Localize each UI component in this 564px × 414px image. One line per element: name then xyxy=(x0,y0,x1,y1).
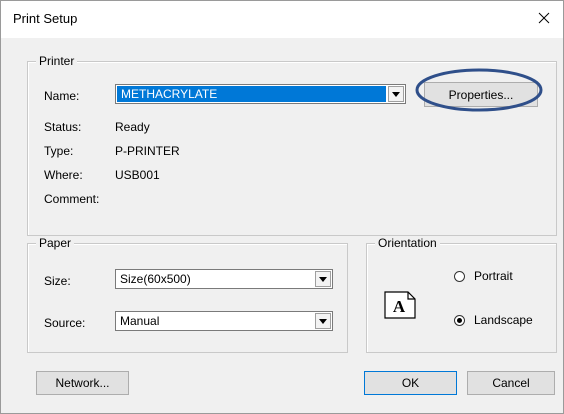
where-label: Where: xyxy=(44,168,83,182)
ok-button[interactable]: OK xyxy=(364,371,457,395)
landscape-radio-dot xyxy=(457,318,462,323)
chevron-down-icon xyxy=(319,276,327,282)
paper-size-value: Size(60x500) xyxy=(120,272,191,286)
paper-source-value: Manual xyxy=(120,314,160,328)
chevron-down-icon xyxy=(319,318,327,324)
printer-name-dropdown-arrow[interactable] xyxy=(388,86,404,102)
orientation-group-title: Orientation xyxy=(375,236,440,250)
print-setup-dialog: Print Setup Printer Name: METHACRYLATE P… xyxy=(0,0,564,414)
title-bar: Print Setup xyxy=(1,1,563,38)
chevron-down-icon xyxy=(392,91,400,97)
window-title: Print Setup xyxy=(13,11,78,26)
landscape-label[interactable]: Landscape xyxy=(474,313,533,327)
paper-group-title: Paper xyxy=(36,236,75,250)
source-label: Source: xyxy=(44,316,86,330)
close-button[interactable] xyxy=(531,5,557,31)
properties-button[interactable]: Properties... xyxy=(424,82,538,107)
printer-group-title: Printer xyxy=(36,54,78,68)
paper-size-dropdown[interactable]: Size(60x500) xyxy=(115,269,333,289)
size-label: Size: xyxy=(44,274,71,288)
network-button[interactable]: Network... xyxy=(36,371,129,395)
type-label: Type: xyxy=(44,144,74,158)
printer-name-value: METHACRYLATE xyxy=(117,86,386,102)
cancel-button-label: Cancel xyxy=(492,376,530,390)
dialog-body: Printer Name: METHACRYLATE Properties...… xyxy=(1,38,563,413)
name-label: Name: xyxy=(44,89,80,103)
close-icon xyxy=(538,12,550,24)
landscape-page-icon: A xyxy=(384,291,416,319)
network-button-label: Network... xyxy=(55,376,110,390)
where-value: USB001 xyxy=(115,168,160,182)
paper-source-dropdown-arrow[interactable] xyxy=(315,313,331,329)
properties-button-label: Properties... xyxy=(448,87,514,102)
type-value: P-PRINTER xyxy=(115,144,180,158)
landscape-page-letter: A xyxy=(393,297,406,316)
comment-label: Comment: xyxy=(44,192,100,206)
cancel-button[interactable]: Cancel xyxy=(467,371,555,395)
portrait-label[interactable]: Portrait xyxy=(474,269,513,283)
landscape-radio[interactable] xyxy=(454,315,465,326)
portrait-radio[interactable] xyxy=(454,271,465,282)
paper-size-dropdown-arrow[interactable] xyxy=(315,271,331,287)
status-label: Status: xyxy=(44,120,82,134)
paper-group: Paper xyxy=(27,236,348,353)
paper-source-dropdown[interactable]: Manual xyxy=(115,311,333,331)
ok-button-label: OK xyxy=(401,376,420,390)
printer-name-dropdown[interactable]: METHACRYLATE xyxy=(115,84,406,104)
status-value: Ready xyxy=(115,120,150,134)
